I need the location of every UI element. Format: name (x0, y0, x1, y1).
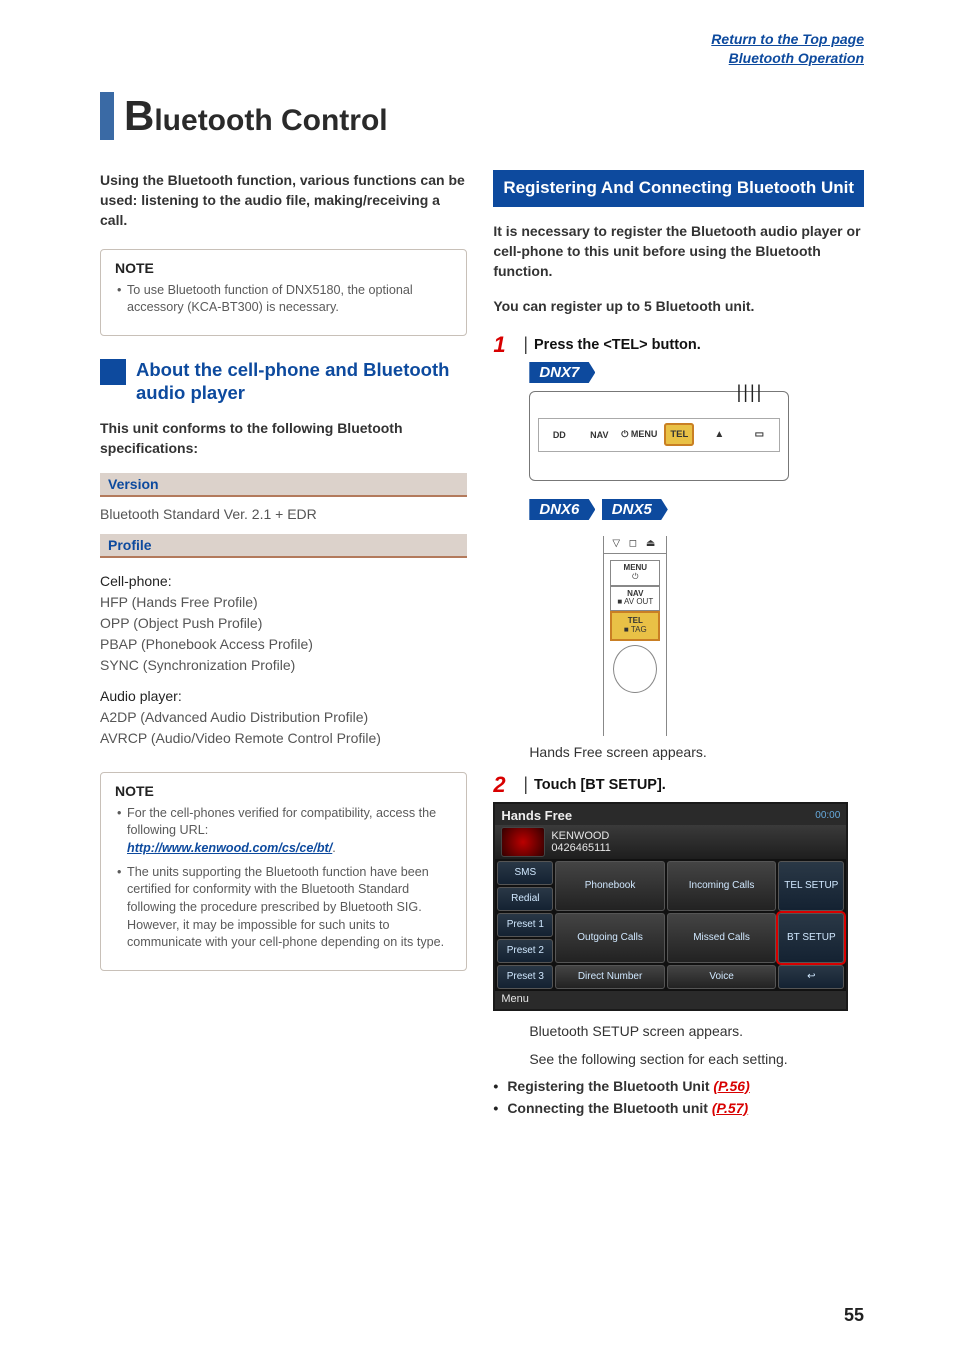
result-text-2: See the following section for each setti… (529, 1049, 864, 1069)
step-divider-icon: | (523, 334, 534, 355)
panel-menu: ⏻ MENU (619, 429, 659, 440)
note-box-2: NOTE For the cell-phones verified for co… (100, 772, 467, 971)
side-tel-highlight: TEL■ TAG (610, 611, 660, 641)
return-top-link[interactable]: Return to the Top page (711, 31, 864, 47)
ss-device-name: KENWOOD (551, 830, 611, 842)
see-also-list: Registering the Bluetooth Unit (P.56) Co… (493, 1078, 864, 1116)
step-2-num: 2 (493, 774, 523, 796)
page-title: Bluetooth Control (100, 92, 864, 140)
note-title: NOTE (115, 260, 452, 276)
link-registering: Registering the Bluetooth Unit (P.56) (493, 1078, 864, 1094)
note2-item1: For the cell-phones verified for compati… (115, 805, 452, 858)
page-number: 55 (844, 1305, 864, 1326)
ss-voice-btn: Voice (667, 965, 777, 989)
step-divider-icon: | (523, 774, 534, 795)
ss-tel-setup-btn: TEL SETUP (778, 861, 844, 911)
profile-block: Cell-phone: HFP (Hands Free Profile) OPP… (100, 558, 467, 758)
model-badge-dnx7: DNX7 (529, 362, 595, 383)
ss-back-icon: ↩ (778, 965, 844, 989)
ss-redial-btn: Redial (497, 887, 553, 911)
header-links: Return to the Top page Bluetooth Operati… (100, 30, 864, 68)
note2-title: NOTE (115, 783, 452, 799)
bluetooth-op-link[interactable]: Bluetooth Operation (729, 50, 864, 66)
two-column-layout: Using the Bluetooth function, various fu… (100, 170, 864, 1122)
note1-item: To use Bluetooth function of DNX5180, th… (115, 282, 452, 317)
ss-preset2-btn: Preset 2 (497, 939, 553, 963)
hands-free-screenshot: Hands Free 00:00 KENWOOD 0426465111 SMS … (493, 802, 848, 1011)
profile-sync: SYNC (Synchronization Profile) (100, 655, 467, 676)
model-badges-row: DNX6 DNX5 (529, 499, 864, 528)
ss-clock: 00:00 (815, 810, 840, 821)
top-icons: ▽ ◻ ⏏ (604, 536, 666, 554)
right-intro1: It is necessary to register the Bluetoot… (493, 221, 864, 282)
profile-a2dp: A2DP (Advanced Audio Distribution Profil… (100, 707, 467, 728)
diagram-dnx6-panel: ▽ ◻ ⏏ MENU⏻ NAV■ AV OUT TEL■ TAG (573, 536, 723, 736)
panel-nav: NAV (579, 430, 619, 440)
step-1-label: Press the <TEL> button. (534, 334, 701, 353)
profile-pbap: PBAP (Phonebook Access Profile) (100, 634, 467, 655)
right-intro2: You can register up to 5 Bluetooth unit. (493, 296, 864, 316)
side-nav-btn: NAV■ AV OUT (610, 586, 660, 612)
note-box-1: NOTE To use Bluetooth function of DNX518… (100, 249, 467, 336)
model-badge-dnx6: DNX6 (529, 499, 595, 520)
caption-handsfree: Hands Free screen appears. (529, 744, 864, 760)
model-badge-dnx5: DNX5 (602, 499, 668, 520)
step-2: 2 | Touch [BT SETUP]. (493, 774, 864, 796)
profile-cell-label: Cell-phone: (100, 565, 467, 592)
profile-hfp: HFP (Hands Free Profile) (100, 592, 467, 613)
panel-tel-highlight: TEL (664, 423, 694, 446)
ss-sms-btn: SMS (497, 861, 553, 885)
ss-device-number: 0426465111 (551, 842, 611, 854)
right-column: Registering And Connecting Bluetooth Uni… (493, 170, 864, 1122)
note2-item2: The units supporting the Bluetooth funct… (115, 864, 452, 952)
page-57-link[interactable]: (P.57) (712, 1100, 748, 1116)
profile-avrcp: AVRCP (Audio/Video Remote Control Profil… (100, 728, 467, 749)
step-2-label: Touch [BT SETUP]. (534, 774, 666, 793)
ss-direct-btn: Direct Number (555, 965, 665, 989)
result-text-1: Bluetooth SETUP screen appears. (529, 1021, 864, 1041)
ss-preset1-btn: Preset 1 (497, 913, 553, 937)
step-1: 1 | Press the <TEL> button. (493, 334, 864, 356)
side-menu-btn: MENU⏻ (610, 560, 660, 586)
ss-missed-btn: Missed Calls (667, 913, 777, 963)
profile-header: Profile (100, 534, 467, 558)
panel-dd: DD (539, 430, 579, 440)
eject-icon: ▲ (699, 429, 739, 440)
ss-bt-setup-highlight: BT SETUP (778, 913, 844, 963)
ss-incoming-btn: Incoming Calls (667, 861, 777, 911)
step-1-num: 1 (493, 334, 523, 356)
intro-text: Using the Bluetooth function, various fu… (100, 170, 467, 231)
left-column: Using the Bluetooth function, various fu… (100, 170, 467, 1122)
ss-outgoing-btn: Outgoing Calls (555, 913, 665, 963)
version-header: Version (100, 473, 467, 497)
reset-icon: ▭ (739, 429, 779, 440)
about-heading: About the cell-phone and Bluetooth audio… (100, 358, 467, 404)
version-value: Bluetooth Standard Ver. 2.1 + EDR (100, 497, 467, 534)
page-56-link[interactable]: (P.56) (713, 1078, 749, 1094)
phone-icon (501, 827, 545, 857)
ss-title: Hands Free (501, 808, 572, 823)
registering-header: Registering And Connecting Bluetooth Uni… (493, 170, 864, 207)
profile-audio-label: Audio player: (100, 676, 467, 707)
ss-menu: Menu (501, 993, 529, 1005)
conform-text: This unit conforms to the following Blue… (100, 418, 467, 459)
kenwood-bt-link[interactable]: http://www.kenwood.com/cs/ce/bt/ (127, 841, 332, 855)
link-connecting: Connecting the Bluetooth unit (P.57) (493, 1100, 864, 1116)
ss-preset3-btn: Preset 3 (497, 965, 553, 989)
volume-knob-icon (613, 645, 657, 693)
profile-opp: OPP (Object Push Profile) (100, 613, 467, 634)
vent-icon: |||| (737, 382, 764, 403)
ss-phonebook-btn: Phonebook (555, 861, 665, 911)
diagram-dnx7-panel: |||| DD NAV ⏻ MENU TEL ▲ ▭ (529, 391, 789, 481)
